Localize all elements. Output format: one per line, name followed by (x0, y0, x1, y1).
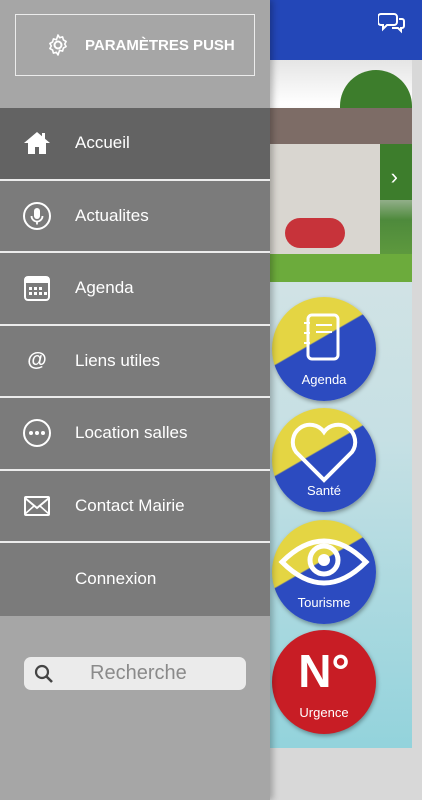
menu-item-actualites[interactable]: Actualites (0, 180, 270, 253)
envelope-icon (22, 491, 52, 521)
home-icon (22, 128, 52, 158)
menu-item-label: Actualites (75, 205, 149, 225)
n-degree-icon: N° (298, 645, 350, 697)
at-icon: @ (27, 349, 47, 372)
slideshow-next-icon[interactable]: › (391, 164, 398, 190)
navigation-drawer: PARAMÈTRES PUSH Accueil Actualites Agend… (0, 0, 270, 800)
menu-item-agenda[interactable]: Agenda (0, 253, 270, 326)
menu-item-label: Liens utiles (75, 350, 161, 370)
menu-item-liens-utiles[interactable]: @ Liens utiles (0, 325, 270, 398)
calendar-icon (22, 273, 52, 303)
push-settings-button[interactable]: PARAMÈTRES PUSH (15, 14, 255, 76)
menu-item-location-salles[interactable]: Location salles (0, 398, 270, 471)
search-icon (24, 664, 64, 684)
menu-item-label: Connexion (75, 569, 157, 589)
menu-item-connexion[interactable]: Connexion (0, 543, 270, 616)
search-input[interactable] (90, 662, 200, 685)
tile-label: Urgence (299, 705, 349, 720)
drawer-menu: Accueil Actualites Agenda @ Liens utiles… (0, 108, 270, 616)
menu-item-label: Contact Mairie (75, 495, 185, 515)
menu-item-accueil[interactable]: Accueil (0, 108, 270, 181)
more-circle-icon (22, 418, 52, 448)
chat-icon[interactable] (377, 10, 406, 34)
search-box[interactable] (24, 657, 246, 690)
tile-sante[interactable]: Santé (272, 408, 376, 512)
tile-label: Agenda (301, 372, 347, 387)
push-settings-label: PARAMÈTRES PUSH (85, 36, 235, 54)
menu-item-label: Agenda (75, 278, 134, 298)
menu-item-label: Accueil (75, 133, 130, 153)
tile-agenda[interactable]: Agenda (272, 297, 376, 401)
microphone-icon (22, 201, 52, 231)
menu-item-contact-mairie[interactable]: Contact Mairie (0, 470, 270, 543)
gear-icon (49, 34, 67, 56)
tile-label: Santé (307, 483, 341, 498)
menu-item-label: Location salles (75, 423, 188, 443)
tile-urgence[interactable]: N° Urgence (272, 630, 376, 734)
tile-tourisme[interactable]: Tourisme (272, 520, 376, 624)
tile-label: Tourisme (297, 595, 351, 610)
